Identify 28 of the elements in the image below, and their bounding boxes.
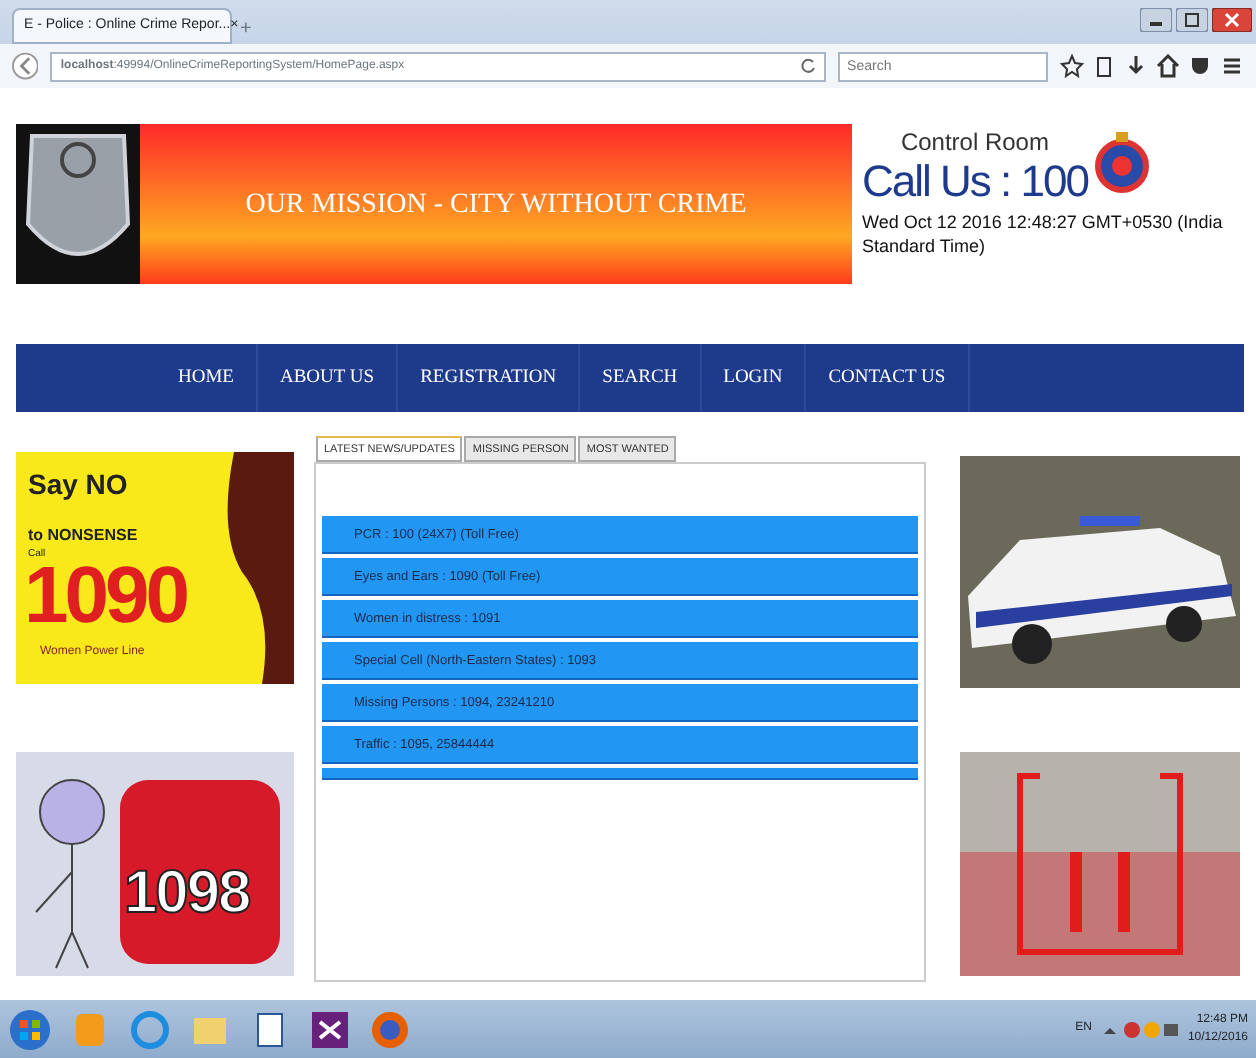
- menu-icon[interactable]: [1220, 54, 1245, 78]
- call-us-text: Call Us : 100: [862, 160, 1088, 204]
- reload-icon[interactable]: [799, 58, 816, 74]
- nav-link[interactable]: CONTACT US: [806, 344, 970, 412]
- control-room-label: Control Room: [900, 126, 1049, 160]
- mission-text: OUR MISSION - CITY WITHOUT CRIME: [245, 187, 747, 223]
- code-editor-icon[interactable]: [308, 1007, 352, 1051]
- nav-link[interactable]: HOME: [156, 344, 258, 412]
- nav-link[interactable]: SEARCH: [580, 344, 702, 412]
- minimize-icon[interactable]: [1140, 8, 1172, 32]
- datetime-text: Wed Oct 12 2016 12:48:27 GMT+0530 (India Standard Time): [862, 212, 1225, 259]
- tray-icons[interactable]: [1099, 1019, 1180, 1039]
- nav-link[interactable]: ABOUT US: [257, 344, 399, 412]
- nav-link[interactable]: LOGIN: [701, 344, 807, 412]
- back-icon[interactable]: [12, 52, 39, 80]
- close-icon[interactable]: [1212, 8, 1252, 32]
- maximize-icon[interactable]: [1176, 8, 1208, 32]
- helpline-number: 1090: [24, 556, 186, 636]
- star-icon[interactable]: [1060, 54, 1085, 78]
- firefox-icon[interactable]: [368, 1007, 412, 1051]
- download-icon[interactable]: [1124, 54, 1149, 78]
- helpline-number: 1098: [124, 858, 250, 930]
- clipboard-icon[interactable]: [1092, 54, 1117, 78]
- slogan-text: Say NO: [28, 466, 128, 504]
- home-icon[interactable]: [1156, 54, 1181, 78]
- start-icon[interactable]: [8, 1007, 52, 1051]
- nav-link[interactable]: REGISTRATION: [398, 344, 581, 412]
- slogan-text: to NONSENSE: [28, 524, 138, 548]
